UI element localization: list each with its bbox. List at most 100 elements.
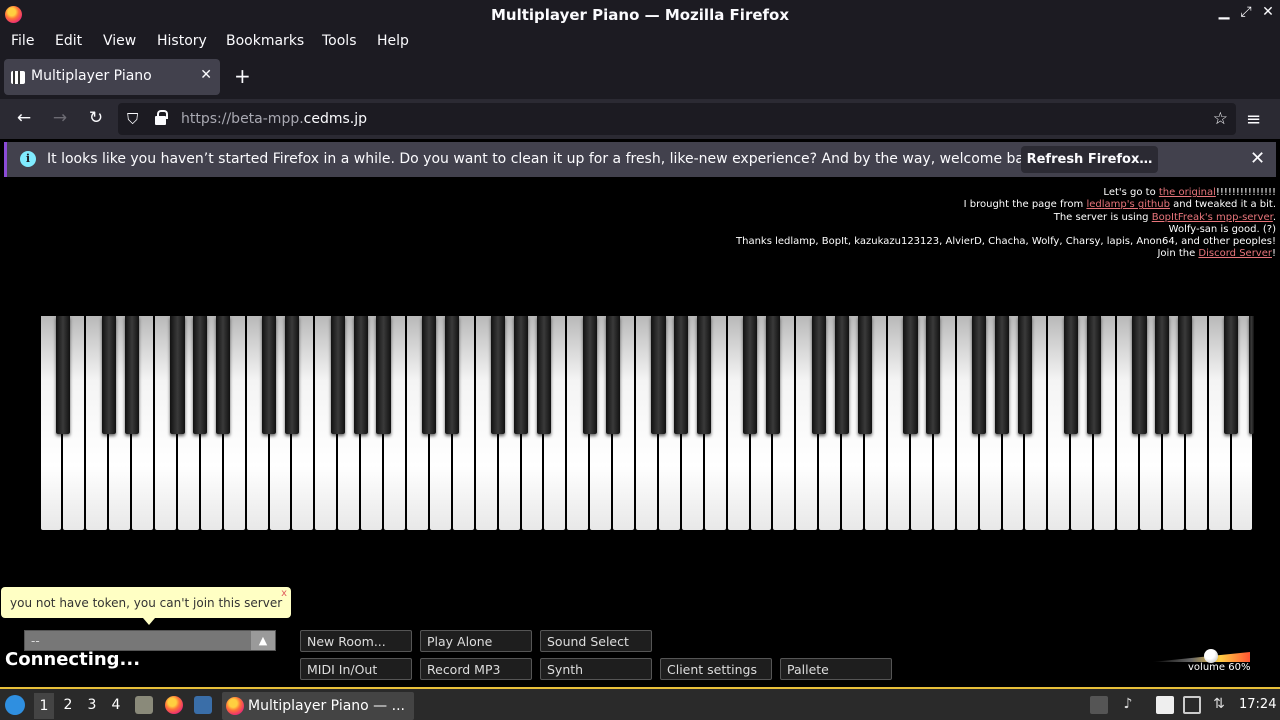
firefox-launcher-icon[interactable] bbox=[165, 696, 183, 714]
piano-black-key[interactable] bbox=[193, 316, 208, 434]
piano-black-key[interactable] bbox=[216, 316, 231, 434]
synth-button[interactable]: Synth bbox=[540, 658, 652, 680]
menu-bookmarks[interactable]: Bookmarks bbox=[226, 33, 304, 49]
refresh-firefox-button[interactable]: Refresh Firefox… bbox=[1021, 146, 1158, 173]
url-text[interactable]: https://beta-mpp.cedms.jp bbox=[181, 111, 367, 127]
piano-black-key[interactable] bbox=[674, 316, 689, 434]
menu-history[interactable]: History bbox=[157, 33, 207, 49]
piano-black-key[interactable] bbox=[834, 316, 849, 434]
piano-black-key[interactable] bbox=[124, 316, 139, 434]
workspace-3[interactable]: 3 bbox=[82, 697, 102, 713]
back-button[interactable]: ← bbox=[13, 108, 35, 128]
piano-black-key[interactable] bbox=[1178, 316, 1193, 434]
new-tab-button[interactable]: + bbox=[234, 64, 251, 88]
menu-edit[interactable]: Edit bbox=[55, 33, 82, 49]
midi-in-out-button[interactable]: MIDI In/Out bbox=[300, 658, 412, 680]
piano-black-key[interactable] bbox=[1249, 316, 1254, 434]
piano-black-key[interactable] bbox=[1132, 316, 1147, 434]
piano-black-key[interactable] bbox=[513, 316, 529, 434]
notification-close-icon[interactable]: ✕ bbox=[1250, 148, 1265, 169]
piano-black-key[interactable] bbox=[926, 316, 941, 434]
workspace-1[interactable]: 1 bbox=[34, 693, 54, 719]
piano-black-key[interactable] bbox=[261, 316, 277, 434]
piano-black-key[interactable] bbox=[1017, 316, 1033, 434]
lock-icon[interactable] bbox=[155, 110, 168, 125]
workspace-2[interactable]: 2 bbox=[58, 697, 78, 713]
start-menu-icon[interactable] bbox=[5, 695, 25, 715]
piano-black-key[interactable] bbox=[1086, 316, 1101, 434]
github-link[interactable]: ledlamp's github bbox=[1086, 199, 1169, 210]
piano-black-key[interactable] bbox=[765, 316, 781, 434]
room-value: -- bbox=[31, 634, 40, 648]
network-tray-icon[interactable]: ⇅ bbox=[1210, 696, 1228, 714]
piano-black-key[interactable] bbox=[605, 316, 620, 434]
new-room-button[interactable]: New Room... bbox=[300, 630, 412, 652]
piano-black-key[interactable] bbox=[491, 316, 506, 434]
tracking-shield-icon[interactable]: ⛉ bbox=[127, 110, 138, 128]
discord-link[interactable]: Discord Server bbox=[1198, 248, 1272, 259]
piano-black-key[interactable] bbox=[972, 316, 987, 434]
room-expand-arrow-icon[interactable]: ▲ bbox=[251, 631, 275, 650]
clipboard-tray-icon[interactable] bbox=[1156, 696, 1174, 714]
piano-black-key[interactable] bbox=[376, 316, 391, 434]
file-manager-icon[interactable] bbox=[135, 696, 153, 714]
piano-black-key[interactable] bbox=[101, 316, 116, 434]
reload-button[interactable]: ↻ bbox=[85, 108, 107, 128]
piano-black-key[interactable] bbox=[1155, 316, 1170, 434]
piano-black-key[interactable] bbox=[353, 316, 368, 434]
task-label: Multiplayer Piano — ... bbox=[248, 698, 405, 714]
client-settings-button[interactable]: Client settings bbox=[660, 658, 772, 680]
piano-black-key[interactable] bbox=[1063, 316, 1078, 434]
credits-text: I brought the page from bbox=[963, 199, 1087, 211]
terminal-icon[interactable] bbox=[194, 696, 212, 714]
play-alone-button[interactable]: Play Alone bbox=[420, 630, 532, 652]
piano-black-key[interactable] bbox=[445, 316, 460, 434]
url-bar[interactable]: ⛉ https://beta-mpp.cedms.jp ☆ bbox=[118, 103, 1236, 135]
piano-black-key[interactable] bbox=[903, 316, 918, 434]
piano-black-key[interactable] bbox=[742, 316, 758, 434]
volume-tray-icon[interactable]: ♪ bbox=[1119, 696, 1137, 714]
bookmark-star-icon[interactable]: ☆ bbox=[1213, 109, 1228, 129]
piano-black-key[interactable] bbox=[1223, 316, 1239, 434]
pallete-button[interactable]: Pallete bbox=[780, 658, 892, 680]
mpp-server-link[interactable]: BopItFreak's mpp-server bbox=[1152, 212, 1273, 223]
piano-black-key[interactable] bbox=[697, 316, 712, 434]
taskbar-firefox-task[interactable]: Multiplayer Piano — ... bbox=[222, 692, 414, 720]
piano-black-key[interactable] bbox=[582, 316, 597, 434]
volume-knob[interactable] bbox=[1203, 649, 1218, 663]
room-selector[interactable]: -- ▲ bbox=[24, 630, 276, 651]
piano-black-key[interactable] bbox=[651, 316, 666, 434]
tab-close-icon[interactable]: ✕ bbox=[200, 67, 212, 83]
tooltip-close-icon[interactable]: x bbox=[281, 588, 287, 599]
workspace-4[interactable]: 4 bbox=[106, 697, 126, 713]
menu-help[interactable]: Help bbox=[377, 33, 409, 49]
piano-black-key[interactable] bbox=[284, 316, 300, 434]
display-tray-icon[interactable] bbox=[1183, 696, 1201, 714]
close-window-button[interactable]: ✕ bbox=[1258, 4, 1278, 20]
menu-view[interactable]: View bbox=[103, 33, 136, 49]
forward-button[interactable]: → bbox=[49, 108, 71, 128]
volume-slider[interactable] bbox=[1152, 649, 1250, 663]
piano-keyboard[interactable] bbox=[40, 316, 1254, 530]
credits-line-1: Let's go to the original!!!!!!!!!!!!!!! bbox=[736, 187, 1276, 199]
maximize-button[interactable]: ⤢ bbox=[1236, 4, 1256, 20]
app-menu-icon[interactable]: ≡ bbox=[1246, 109, 1261, 130]
tray-updates-icon[interactable] bbox=[1090, 696, 1108, 714]
minimize-button[interactable]: ▁ bbox=[1214, 4, 1234, 20]
piano-black-key[interactable] bbox=[811, 316, 826, 434]
tab-label: Multiplayer Piano bbox=[31, 68, 152, 84]
piano-black-key[interactable] bbox=[536, 316, 551, 434]
piano-black-key[interactable] bbox=[994, 316, 1010, 434]
piano-black-key[interactable] bbox=[330, 316, 345, 434]
piano-black-key[interactable] bbox=[857, 316, 872, 434]
page-content: Let's go to the original!!!!!!!!!!!!!!! … bbox=[0, 180, 1280, 687]
piano-black-key[interactable] bbox=[170, 316, 185, 434]
tab-multiplayer-piano[interactable]: Multiplayer Piano ✕ bbox=[4, 59, 220, 95]
record-mp3-button[interactable]: Record MP3 bbox=[420, 658, 532, 680]
piano-black-key[interactable] bbox=[55, 316, 70, 434]
sound-select-button[interactable]: Sound Select bbox=[540, 630, 652, 652]
menu-tools[interactable]: Tools bbox=[322, 33, 357, 49]
menu-file[interactable]: File bbox=[11, 33, 34, 49]
piano-black-key[interactable] bbox=[422, 316, 437, 434]
original-link[interactable]: the original bbox=[1159, 187, 1216, 198]
